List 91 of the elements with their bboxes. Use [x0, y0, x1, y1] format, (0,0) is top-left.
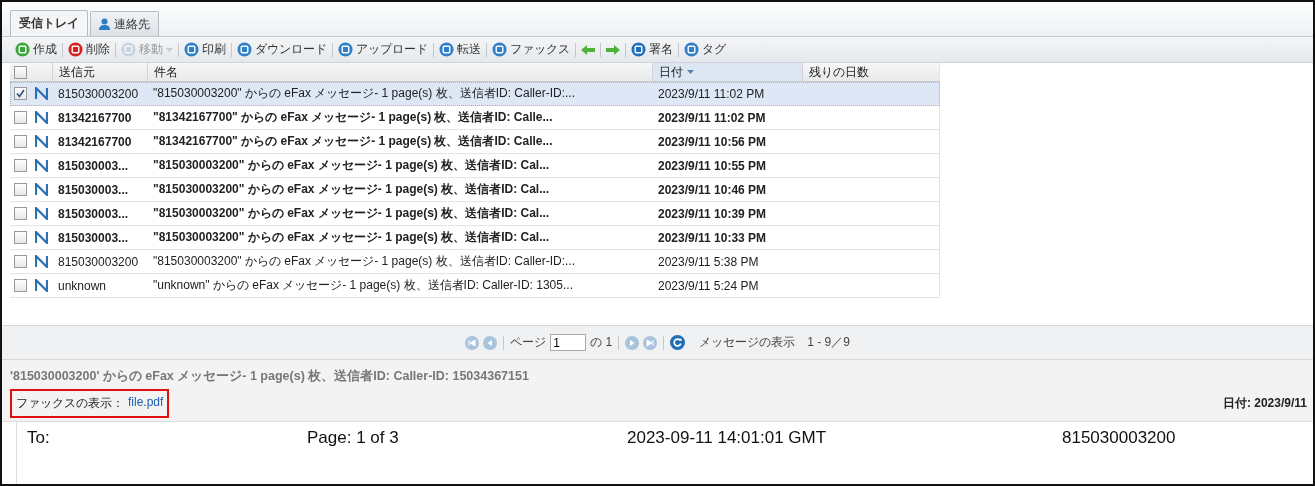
- first-page-icon[interactable]: [465, 335, 480, 350]
- toolbar-button[interactable]: アップロード: [335, 41, 431, 58]
- message-row[interactable]: unknown "unknown" からの eFax メッセージ- 1 page(s) 枚、送信者ID: Caller-ID: 1305... 2023/9/11 5:24 PM: [10, 274, 940, 298]
- table-cell-text: "815030003200" からの eFax メッセージ- 1 page(s) 枚、送信者ID: Cal...: [152, 181, 551, 198]
- message-row[interactable]: 815030003... "815030003200" からの eFax メッセージ- 1 page(s) 枚、送信者ID: Cal... 2023/9/11 10:33 PM: [10, 226, 940, 250]
- table-cell-text: unknown: [57, 278, 108, 293]
- column-header[interactable]: 日付: [652, 63, 802, 81]
- table-cell-text: 81342167700: [57, 110, 133, 125]
- table-cell-text: "81342167700" からの eFax メッセージ- 1 page(s) 枚、送信者ID: Calle...: [152, 133, 554, 150]
- toolbar-button[interactable]: 転送: [436, 41, 484, 58]
- fax-view-label: ファックスの表示：: [16, 395, 124, 412]
- toolbar-button[interactable]: 作成: [12, 41, 60, 58]
- tab[interactable]: 受信トレイ: [10, 10, 88, 36]
- fax-message-icon: [34, 135, 48, 148]
- table-cell-text: "unknown" からの eFax メッセージ- 1 page(s) 枚、送信者ID: Caller-ID: 1305...: [152, 277, 574, 294]
- table-cell-text: 815030003...: [57, 206, 130, 221]
- document-text: Page: 1 of 3: [307, 428, 400, 448]
- checkbox[interactable]: [13, 159, 27, 172]
- toolbar-button[interactable]: ファックス: [489, 41, 573, 58]
- table-cell-text: "815030003200" からの eFax メッセージ- 1 page(s) 枚、送信者ID: Cal...: [152, 229, 551, 246]
- toolbar-button[interactable]: ダウンロード: [234, 41, 330, 58]
- toolbar-button[interactable]: 印刷: [181, 41, 229, 58]
- document-text: 815030003200: [1062, 428, 1176, 448]
- table-cell-text: 815030003200: [57, 86, 140, 101]
- table-cell-text: "815030003200" からの eFax メッセージ- 1 page(s) 枚、送信者ID: Cal...: [152, 205, 551, 222]
- fax-message-icon: [34, 255, 48, 268]
- next-page-icon[interactable]: [625, 335, 640, 350]
- table-cell-text: 2023/9/11 5:24 PM: [657, 278, 760, 293]
- toolbar-button[interactable]: 署名: [628, 41, 676, 58]
- checkbox[interactable]: [13, 183, 27, 196]
- message-row[interactable]: 815030003... "815030003200" からの eFax メッセージ- 1 page(s) 枚、送信者ID: Cal... 2023/9/11 10:39 PM: [10, 202, 940, 226]
- page-count: の 1: [590, 334, 613, 351]
- table-cell-text: 2023/9/11 10:55 PM: [657, 158, 768, 173]
- checkbox[interactable]: [13, 255, 27, 268]
- refresh-icon[interactable]: [670, 335, 686, 350]
- table-cell-text: 815030003...: [57, 158, 130, 173]
- message-subject: '815030003200' からの eFax メッセージ- 1 page(s) 枚、送信者ID: Caller-ID: 15034367151: [10, 368, 530, 385]
- fax-message-icon: [34, 207, 48, 220]
- table-cell-text: "815030003200" からの eFax メッセージ- 1 page(s) 枚、送信者ID: Caller-ID:...: [152, 253, 576, 270]
- table-cell-text: 815030003...: [57, 230, 130, 245]
- person-icon: [99, 18, 110, 30]
- checkbox[interactable]: [13, 135, 27, 148]
- fax-message-icon: [34, 111, 48, 124]
- page-label: ページ: [510, 334, 547, 351]
- checkbox[interactable]: [13, 207, 27, 220]
- fax-message-icon: [34, 87, 48, 100]
- checkbox[interactable]: [13, 87, 27, 100]
- column-header[interactable]: 送信元: [52, 63, 147, 81]
- column-header[interactable]: 残りの日数: [802, 63, 939, 81]
- checkbox[interactable]: [13, 279, 27, 292]
- table-cell-text: 2023/9/11 11:02 PM: [657, 110, 767, 125]
- table-cell-text: 2023/9/11 5:38 PM: [657, 254, 760, 269]
- checkbox[interactable]: [13, 111, 27, 124]
- last-page-icon[interactable]: [643, 335, 658, 350]
- document-text: 2023-09-11 14:01:01 GMT: [627, 428, 828, 448]
- fax-message-icon: [34, 231, 48, 244]
- message-row[interactable]: 815030003... "815030003200" からの eFax メッセージ- 1 page(s) 枚、送信者ID: Cal... 2023/9/11 10:46 PM: [10, 178, 940, 202]
- table-cell-text: 2023/9/11 11:02 PM: [657, 86, 766, 101]
- message-row[interactable]: 815030003200 "815030003200" からの eFax メッセージ- 1 page(s) 枚、送信者ID: Caller-ID:... 2023/9/11 5:38 PM: [10, 250, 940, 274]
- checkbox[interactable]: [13, 231, 27, 244]
- table-cell-text: 815030003200: [57, 254, 140, 269]
- toolbar-button[interactable]: タグ: [681, 41, 729, 58]
- file-link[interactable]: file.pdf: [128, 395, 164, 412]
- table-cell-text: "81342167700" からの eFax メッセージ- 1 page(s) 枚、送信者ID: Calle...: [152, 109, 554, 126]
- table-cell-text: 815030003...: [57, 182, 130, 197]
- table-cell-text: 81342167700: [57, 134, 133, 149]
- right-arrow-icon: [606, 44, 620, 55]
- table-cell-text: "815030003200" からの eFax メッセージ- 1 page(s) 枚、送信者ID: Cal...: [152, 157, 551, 174]
- toolbar-button[interactable]: 削除: [65, 41, 113, 58]
- message-count: メッセージの表示: [699, 334, 796, 351]
- tab[interactable]: 連絡先: [90, 11, 159, 36]
- message-row[interactable]: 815030003... "815030003200" からの eFax メッセージ- 1 page(s) 枚、送信者ID: Cal... 2023/9/11 10:55 PM: [10, 154, 940, 178]
- message-row[interactable]: 815030003200 "815030003200" からの eFax メッセージ- 1 page(s) 枚、送信者ID: Caller-ID:... 2023/9/11 11:02 PM: [10, 82, 940, 106]
- fax-message-icon: [34, 183, 48, 196]
- fax-message-icon: [34, 279, 48, 292]
- message-row[interactable]: 81342167700 "81342167700" からの eFax メッセージ- 1 page(s) 枚、送信者ID: Calle... 2023/9/11 11:02 PM: [10, 106, 940, 130]
- message-date: 日付: 2023/9/11: [1222, 395, 1307, 412]
- sort-icon: [687, 70, 694, 74]
- table-cell-text: 2023/9/11 10:33 PM: [657, 230, 768, 245]
- left-arrow-icon: [581, 44, 595, 55]
- table-cell-text: "815030003200" からの eFax メッセージ- 1 page(s) 枚、送信者ID: Caller-ID:...: [152, 85, 576, 102]
- table-cell-text: 2023/9/11 10:46 PM: [657, 182, 768, 197]
- table-cell-text: 2023/9/11 10:56 PM: [657, 134, 768, 149]
- previous-page-icon[interactable]: [483, 335, 498, 350]
- message-row[interactable]: 81342167700 "81342167700" からの eFax メッセージ- 1 page(s) 枚、送信者ID: Calle... 2023/9/11 10:56 PM: [10, 130, 940, 154]
- select-all-checkbox[interactable]: [13, 65, 27, 79]
- fax-message-icon: [34, 159, 48, 172]
- table-cell-text: 2023/9/11 10:39 PM: [657, 206, 768, 221]
- document-text: To:: [27, 428, 51, 448]
- page-input[interactable]: 1: [550, 334, 587, 351]
- message-range: 1 - 9／9: [807, 334, 850, 351]
